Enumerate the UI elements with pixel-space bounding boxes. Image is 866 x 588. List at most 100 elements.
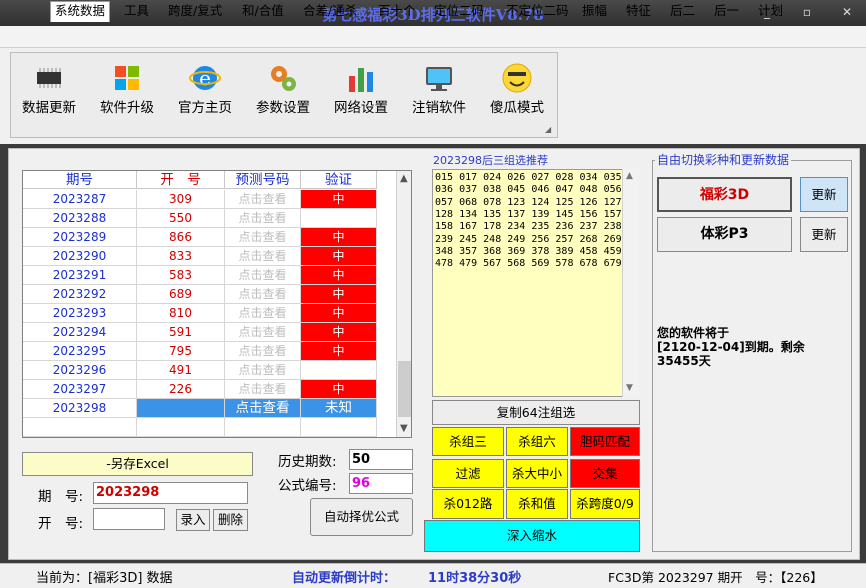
grid-cell-period[interactable]: 2023296 [23,361,137,380]
grid-cell-predict[interactable]: 点击查看 [225,228,301,247]
grid-cell-period[interactable]: 2023290 [23,247,137,266]
delete-button[interactable]: 删除 [213,509,248,531]
grid-cell-predict[interactable]: 点击查看 [225,304,301,323]
toolbar-button-5[interactable]: 注销软件 [399,60,479,124]
grid-cell-number[interactable]: 550 [137,209,225,228]
grid-cell-predict[interactable]: 点击查看 [225,247,301,266]
grid-cell-predict[interactable]: 点击查看 [225,266,301,285]
grid-cell-period[interactable]: 2023294 [23,323,137,342]
p3-button[interactable]: 体彩P3 [657,217,792,252]
update-p3-button[interactable]: 更新 [800,217,848,252]
grid-cell-predict[interactable]: 点击查看 [225,361,301,380]
update-fc3d-button[interactable]: 更新 [800,177,848,212]
action-button-4[interactable]: 杀大中小 [506,459,568,488]
scroll-up-icon[interactable]: ▲ [626,171,633,181]
grid-cell-number[interactable]: 689 [137,285,225,304]
grid-cell-predict[interactable]: 点击查看 [225,190,301,209]
scroll-thumb[interactable] [398,361,411,417]
grid-cell-verify[interactable]: 中 [301,228,377,247]
grid-cell-verify[interactable]: 中 [301,323,377,342]
grid-empty-cell[interactable] [301,418,377,437]
grid-cell-number[interactable]: 491 [137,361,225,380]
menu-0[interactable]: 系统数据 [50,1,111,22]
grid-cell-predict[interactable]: 点击查看 [225,380,301,399]
grid-empty-cell[interactable] [225,418,301,437]
toolbar-button-4[interactable]: 网络设置 [321,60,401,124]
export-excel-button[interactable]: -另存Excel [22,452,253,476]
grid-cell-number[interactable]: 810 [137,304,225,323]
grid-cell-number[interactable]: 226 [137,380,225,399]
grid-cell-verify[interactable]: 中 [301,285,377,304]
grid-header-period[interactable]: 期号 [23,171,137,189]
grid-cell-period[interactable]: 2023293 [23,304,137,323]
open-number-field[interactable] [93,508,165,530]
grid-cell-number[interactable]: 583 [137,266,225,285]
action-button-8[interactable]: 杀跨度0/9 [570,489,640,519]
fc3d-button[interactable]: 福彩3D [657,177,792,212]
formula-field[interactable]: 96 [349,473,413,494]
action-button-2[interactable]: 胆码匹配 [570,427,640,456]
menu-1[interactable]: 工具 [120,2,153,20]
grid-cell-period[interactable]: 2023287 [23,190,137,209]
grid-cell-verify[interactable]: 中 [301,342,377,361]
close-button[interactable]: ✕ [836,4,858,20]
scroll-down-icon[interactable]: ▼ [400,423,408,434]
recommend-box[interactable]: 015 017 024 026 027 028 034 035 036 037 0… [432,169,639,397]
grid-current-number[interactable] [137,399,225,418]
grid-cell-number[interactable]: 795 [137,342,225,361]
grid-cell-predict[interactable]: 点击查看 [225,285,301,304]
grid-cell-number[interactable]: 866 [137,228,225,247]
copy-combos-button[interactable]: 复制64注组选 [432,400,640,425]
deep-filter-button[interactable]: 深入缩水 [424,520,640,552]
scroll-up-icon[interactable]: ▲ [400,173,408,184]
grid-cell-number[interactable]: 309 [137,190,225,209]
menu-5[interactable]: 百十个 [374,2,420,20]
grid-cell-number[interactable]: 591 [137,323,225,342]
grid-current-predict[interactable]: 点击查看 [225,399,301,418]
grid-header-predict[interactable]: 预测号码 [225,171,301,189]
grid-cell-verify[interactable]: 中 [301,266,377,285]
action-button-7[interactable]: 杀和值 [506,489,568,519]
grid-cell-period[interactable]: 2023291 [23,266,137,285]
grid-cell-period[interactable]: 2023292 [23,285,137,304]
action-button-3[interactable]: 过滤 [432,459,504,488]
toolbar-button-0[interactable]: 数据更新 [9,60,89,124]
grid-header-number[interactable]: 开 号 [137,171,225,189]
grid-empty-cell[interactable] [137,418,225,437]
menu-6[interactable]: 定位二码 [430,2,488,20]
action-button-6[interactable]: 杀012路 [432,489,504,519]
grid-cell-verify[interactable] [301,209,377,228]
menu-10[interactable]: 后二 [666,2,699,20]
grid-cell-predict[interactable]: 点击查看 [225,323,301,342]
action-button-0[interactable]: 杀组三 [432,427,504,456]
grid-cell-period[interactable]: 2023295 [23,342,137,361]
grid-cell-verify[interactable]: 中 [301,380,377,399]
recommend-scrollbar[interactable]: ▲ ▼ [622,169,639,397]
action-button-5[interactable]: 交集 [570,459,640,488]
action-button-1[interactable]: 杀组六 [506,427,568,456]
toolbar-button-2[interactable]: e 官方主页 [165,60,245,124]
scroll-down-icon[interactable]: ▼ [626,383,633,393]
grid-cell-verify[interactable] [301,361,377,380]
grid-cell-period[interactable]: 2023297 [23,380,137,399]
grid-current-period[interactable]: 2023298 [23,399,137,418]
grid-cell-period[interactable]: 2023289 [23,228,137,247]
grid-current-verify[interactable]: 未知 [301,399,377,418]
period-field[interactable]: 2023298 [93,482,248,504]
grid-cell-predict[interactable]: 点击查看 [225,342,301,361]
restore-button[interactable]: ▫ [796,4,818,20]
grid-cell-predict[interactable]: 点击查看 [225,209,301,228]
grid-header-verify[interactable]: 验证 [301,171,377,189]
menu-9[interactable]: 特征 [622,2,655,20]
panel-expand-icon[interactable]: ◢ [545,125,555,135]
grid-cell-verify[interactable]: 中 [301,190,377,209]
grid-cell-number[interactable]: 833 [137,247,225,266]
grid-cell-verify[interactable]: 中 [301,304,377,323]
menu-7[interactable]: 不定位二码 [502,2,573,20]
menu-8[interactable]: 振幅 [578,2,611,20]
menu-12[interactable]: 计划 [754,2,787,20]
auto-select-formula-button[interactable]: 自动择优公式 [310,498,413,536]
toolbar-button-1[interactable]: 软件升级 [87,60,167,124]
toolbar-button-3[interactable]: 参数设置 [243,60,323,124]
grid-scrollbar[interactable]: ▲ ▼ [396,171,411,437]
